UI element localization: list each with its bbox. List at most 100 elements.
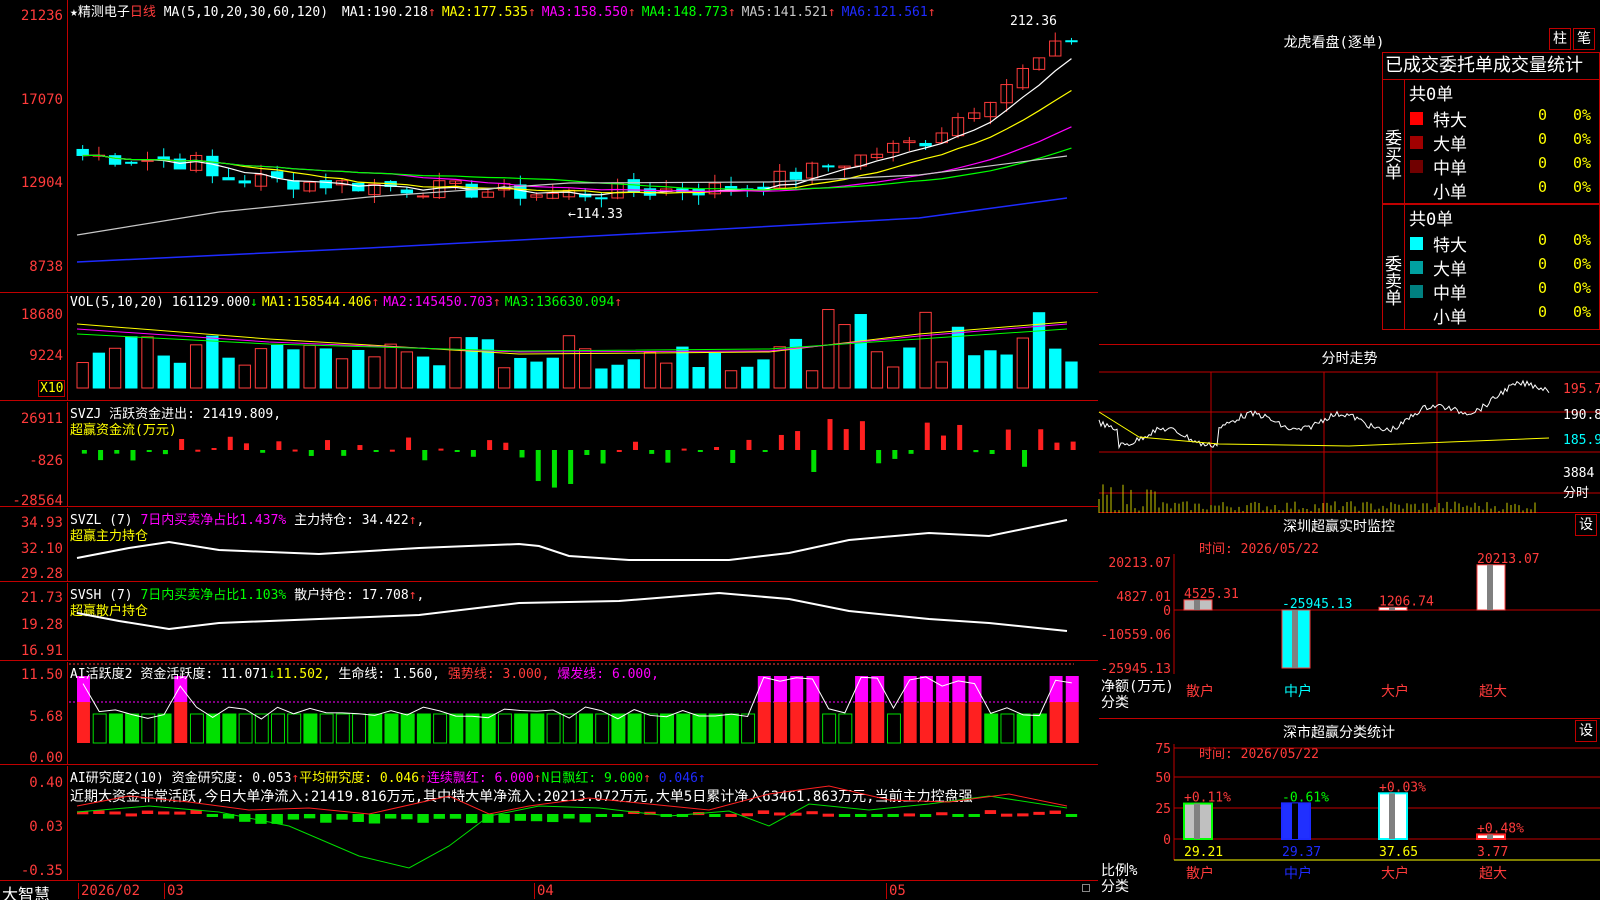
category-label: 大户 bbox=[1381, 683, 1409, 700]
volume-bar bbox=[611, 364, 624, 389]
volume-bar bbox=[335, 358, 349, 389]
legend-swatch bbox=[1410, 136, 1423, 149]
pen-mode-button[interactable]: 笔 bbox=[1573, 28, 1595, 50]
y-tick: 20213.07 bbox=[1108, 556, 1171, 571]
buy-side-label: 委买单 bbox=[1381, 80, 1405, 203]
flow-bar bbox=[98, 450, 104, 461]
svsh-panel[interactable]: 21.73 19.28 16.91 SVSH (7) 7日内买卖净占比1.103… bbox=[0, 583, 1098, 661]
lhb-title: 龙虎看盘(逐单) bbox=[1283, 35, 1385, 51]
activity-bar bbox=[92, 713, 107, 744]
flow-bar bbox=[924, 422, 930, 450]
volume-panel[interactable]: 18680 9224 X10 VOL(5,10,20) 161129.000↓ M… bbox=[0, 294, 1098, 401]
volume-bar bbox=[141, 336, 154, 389]
svzj-panel[interactable]: 26911 -826 -28564 SVZJ 活跃资金进出: 21419.809… bbox=[0, 402, 1098, 509]
value-label: 1206.74 bbox=[1379, 594, 1434, 609]
activity-bar bbox=[790, 702, 804, 743]
ai-research-chart[interactable] bbox=[69, 766, 1098, 880]
row-count: 0 bbox=[1538, 279, 1548, 297]
y-tick: 18680 bbox=[20, 307, 63, 323]
research-bar bbox=[417, 814, 429, 823]
app-window: 21236 17070 12904 8738 ★精测电子日线 MA(5,10,2… bbox=[0, 0, 1600, 900]
research-bar bbox=[579, 814, 591, 823]
candle-down bbox=[287, 180, 300, 190]
flow-bar bbox=[876, 450, 882, 464]
flow-bar bbox=[535, 450, 541, 482]
flow-bar bbox=[843, 429, 849, 450]
flow-bar bbox=[1054, 442, 1060, 450]
flow-bar bbox=[357, 445, 363, 450]
intraday-chart[interactable] bbox=[1098, 371, 1600, 513]
y-tick: -0.35 bbox=[20, 863, 63, 879]
kline-panel[interactable]: 21236 17070 12904 8738 ★精测电子日线 MA(5,10,2… bbox=[0, 0, 1098, 293]
volume-bar bbox=[530, 361, 543, 389]
holding-line bbox=[76, 519, 1068, 561]
fs-y: 185.9 bbox=[1563, 433, 1600, 448]
flow-bar bbox=[1005, 429, 1011, 450]
volume-bar bbox=[206, 335, 219, 389]
activity-bar bbox=[400, 713, 415, 744]
research-bar bbox=[368, 814, 381, 824]
activity-bar bbox=[708, 713, 723, 744]
sz2-chart[interactable]: 75 50 25 0 +0.11% 29.21 散户 -0.61% 29.37 中户 +0.03% 3… bbox=[1099, 720, 1600, 900]
kline-chart[interactable] bbox=[69, 0, 1098, 293]
flow-bar bbox=[762, 450, 768, 452]
svzj-chart[interactable] bbox=[69, 402, 1098, 507]
intraday-panel[interactable]: 分时走势 195.7 190.8 185.9 3884 分时 bbox=[1098, 346, 1600, 513]
candle-down bbox=[822, 165, 835, 168]
activity-bar bbox=[562, 713, 577, 744]
research-bar bbox=[855, 814, 867, 817]
svzl-chart[interactable] bbox=[69, 508, 1098, 582]
sz-class-panel[interactable]: 深市超赢分类统计 设 时间: 2026/05/22 75 50 25 0 +0.11% 2… bbox=[1099, 720, 1600, 900]
volume-chart[interactable] bbox=[69, 294, 1098, 401]
y-tick: 50 bbox=[1155, 771, 1171, 786]
ratio-bar-shade bbox=[1194, 803, 1200, 839]
activity-bar bbox=[627, 713, 642, 744]
volume-bar bbox=[805, 370, 819, 389]
volume-bar bbox=[222, 357, 235, 389]
research-bar bbox=[871, 814, 883, 817]
bar-mode-button[interactable]: 柱 bbox=[1549, 28, 1571, 50]
ai1-legend: AI活跃度2 资金活跃度: 11.071↓11.502, 生命线: 1.560,… bbox=[70, 663, 659, 682]
category-label: 中户 bbox=[1284, 865, 1312, 882]
ai-activity-panel[interactable]: 11.50 5.68 0.00 AI活跃度2 资金活跃度: 11.071↓11.… bbox=[0, 662, 1098, 766]
row-name: 小单 bbox=[1433, 308, 1467, 328]
activity-bar bbox=[1000, 713, 1015, 744]
research-bar bbox=[336, 814, 348, 820]
volume-bar bbox=[465, 337, 478, 389]
sz-monitor-panel[interactable]: 深圳超赢实时监控 设 时间: 2026/05/22 20213.07 4827.0… bbox=[1099, 514, 1600, 719]
svsh-chart[interactable] bbox=[69, 583, 1098, 661]
row-name: 中单 bbox=[1433, 284, 1467, 304]
flow-bar bbox=[389, 449, 395, 452]
research-bar bbox=[887, 814, 899, 817]
sz1-chart[interactable]: 20213.07 4827.010 -10559.06 -25945.13 4525.3… bbox=[1099, 514, 1600, 719]
ai-research-panel[interactable]: 0.40 0.03 -0.35 AI研究度2(10) 资金研究度: 0.053↑… bbox=[0, 766, 1098, 880]
activity-bar bbox=[903, 702, 917, 743]
activity-bar bbox=[936, 702, 950, 743]
flow-bar bbox=[341, 450, 347, 456]
y-tick: 8738 bbox=[29, 259, 63, 275]
y-tick: 9224 bbox=[29, 348, 63, 364]
activity-bar-top bbox=[855, 676, 869, 702]
volume-bar bbox=[546, 357, 559, 389]
volume-bar bbox=[838, 324, 851, 389]
flow-bar bbox=[714, 447, 720, 450]
x-axis-bar: 大智慧 2026/02 03 04 05 bbox=[0, 880, 1098, 900]
activity-bar bbox=[757, 702, 771, 743]
research-bar bbox=[822, 813, 834, 817]
research-bar bbox=[206, 814, 219, 817]
candle-down bbox=[595, 197, 608, 200]
candle-up bbox=[416, 195, 430, 198]
sz2-xlabel: 分类 bbox=[1101, 879, 1129, 895]
volume-bar bbox=[854, 314, 867, 389]
y-tick: -826 bbox=[29, 453, 63, 469]
buy-box: 委买单 共0单 特大 0 0% 大单 0 0% 中单 0 0% 小单 0 0% bbox=[1381, 80, 1600, 204]
lock-icon[interactable] bbox=[1082, 884, 1090, 892]
volume-bar bbox=[76, 362, 89, 389]
volume-bar bbox=[449, 337, 462, 389]
svzl-panel[interactable]: 34.93 32.10 29.28 SVZL (7) 7日内买卖净占比1.437… bbox=[0, 508, 1098, 582]
volume-bar bbox=[1000, 354, 1013, 389]
activity-bar bbox=[222, 713, 237, 744]
research-bar bbox=[303, 814, 316, 819]
activity-bar bbox=[189, 713, 204, 744]
category-label: 散户 bbox=[1186, 865, 1214, 882]
